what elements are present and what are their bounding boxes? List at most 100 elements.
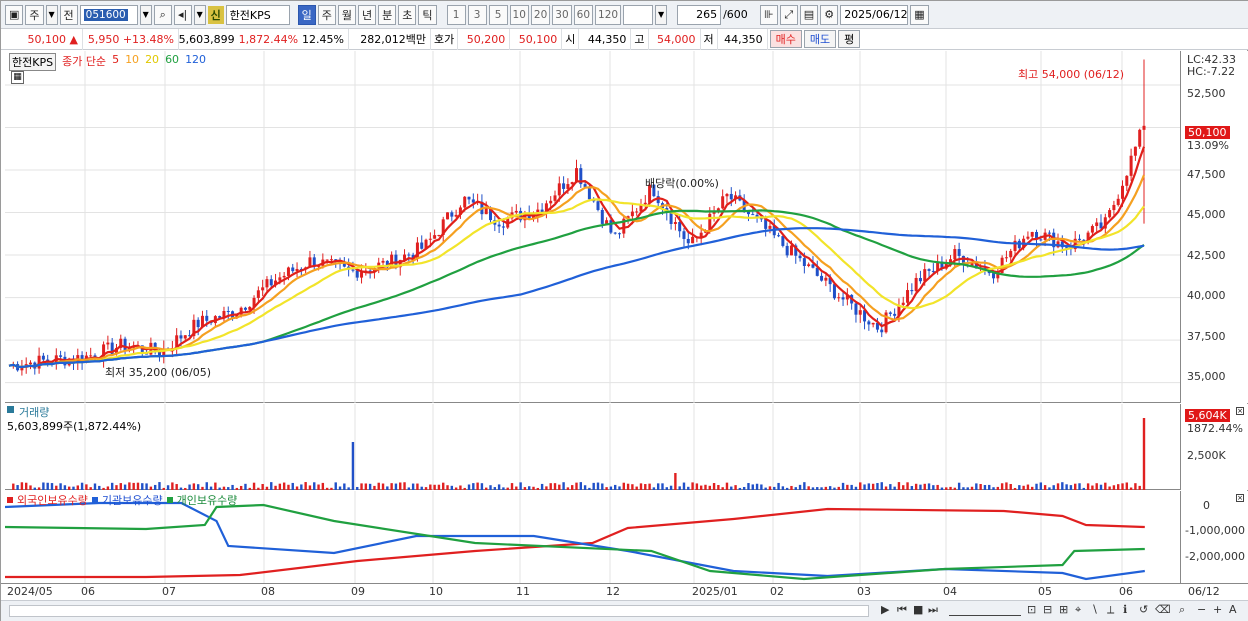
zoom-slider[interactable] (949, 606, 1021, 616)
interval-10[interactable]: 10 (509, 4, 529, 25)
save-icon[interactable]: ▤ (799, 4, 819, 25)
interval-dropdown-icon[interactable]: ▼ (655, 4, 668, 25)
volume-bar (411, 483, 415, 490)
calendar-icon[interactable]: ▦ (910, 4, 929, 25)
period-week[interactable]: 주 (317, 4, 336, 25)
speaker-dropdown-icon[interactable]: ▼ (193, 4, 206, 25)
interval-5[interactable]: 5 (488, 4, 508, 25)
count-input[interactable]: 265 (677, 4, 722, 25)
interval-30[interactable]: 30 (552, 4, 572, 25)
period-minute[interactable]: 분 (378, 4, 397, 25)
volume-chart (12, 404, 1146, 490)
date-06b: 06 (1119, 585, 1133, 598)
volume-bar (93, 483, 97, 490)
candle-body (89, 355, 93, 357)
volume-bar (334, 482, 337, 490)
scroll-right-icon[interactable]: ▶ (881, 603, 889, 616)
period-day[interactable]: 일 (297, 4, 316, 25)
volume-bar (24, 482, 28, 490)
table-toggle-icon[interactable]: ▦ (11, 71, 24, 84)
volume-bar (876, 483, 879, 490)
market-select[interactable]: 주 (25, 4, 44, 25)
eval-button[interactable]: 평 (838, 30, 861, 48)
volume-bar (790, 485, 793, 490)
layout-icon-1[interactable]: ⊡ (1027, 603, 1036, 616)
candle-body (630, 211, 634, 217)
sell-button[interactable]: 매도 (803, 30, 837, 48)
interval-3[interactable]: 3 (467, 4, 487, 25)
interval-1[interactable]: 1 (446, 4, 466, 25)
volume-bar (480, 483, 484, 490)
scroll-last-icon[interactable]: ⏭ (928, 603, 938, 617)
window-menu-icon[interactable]: ▣ (5, 4, 24, 25)
volume-bar (871, 483, 875, 490)
line-tool-icon[interactable]: ∖ (1091, 603, 1098, 616)
bottom-nav-bar: ▶ ⏮ ■ ⏭ ⊡ ⊟ ⊞ ⌖ ∖ ⟂ ℹ ↺ ⌫ ⌕ − + A (1, 600, 1248, 621)
interval-60[interactable]: 60 (573, 4, 594, 25)
font-size-icon[interactable]: A (1229, 603, 1237, 616)
prev-button[interactable]: 전 (59, 4, 78, 25)
horizontal-scrollbar[interactable] (9, 605, 869, 617)
volume-close-icon[interactable]: × (1236, 407, 1244, 415)
volume-bar (248, 487, 251, 490)
volume-bar (957, 482, 961, 490)
volume-bar (1086, 483, 1090, 490)
period-second[interactable]: 초 (398, 4, 417, 25)
interval-120[interactable]: 120 (595, 4, 622, 25)
interval-custom-input[interactable] (623, 4, 654, 25)
draw-tool-icon[interactable]: ⤢ (779, 4, 798, 25)
period-tick[interactable]: 틱 (418, 4, 437, 25)
volume-bar (734, 485, 737, 490)
volume-bar (42, 482, 45, 490)
period-year[interactable]: 년 (358, 4, 377, 25)
holdings-pane[interactable]: 외국인보유수량 기관보유수량 개인보유수량 (4, 491, 1180, 583)
zoom-in-icon[interactable]: + (1213, 603, 1222, 616)
candle-body (1047, 232, 1051, 234)
holdings-close-icon[interactable]: × (1236, 494, 1244, 502)
holdings-tick-2m: -2,000,000 (1185, 550, 1245, 563)
legend-foreign: 외국인보유수량 (17, 494, 88, 507)
buy-button[interactable]: 매수 (769, 30, 802, 48)
volume-pane[interactable]: 거래량 5,603,899주(1,872.44%) (5, 404, 1180, 490)
text-tool-icon[interactable]: ℹ (1123, 603, 1127, 616)
scroll-first-icon[interactable]: ⏮ (897, 603, 907, 617)
volume-bar (72, 486, 75, 490)
candle-body (553, 195, 557, 201)
volume-bar (308, 485, 312, 490)
date-input[interactable]: 2025/06/12 (840, 4, 909, 25)
volume-bar (162, 487, 165, 490)
candle-type-icon[interactable]: ⊪ (759, 4, 778, 25)
market-dropdown-icon[interactable]: ▼ (45, 4, 58, 25)
layout-icon-3[interactable]: ⊞ (1059, 603, 1068, 616)
count-value: 265 (696, 8, 718, 21)
zoom-search-icon[interactable]: ⌕ (1179, 603, 1185, 617)
legend-ma60: 60 (165, 53, 180, 66)
price-pane[interactable]: 한전KPS 종가 단순 5 10 20 60 120 ▦ 최고 54,000 (… (5, 51, 1180, 403)
stock-code-input[interactable]: 051600 (79, 4, 138, 25)
volume-bar (347, 487, 350, 490)
period-month[interactable]: 월 (337, 4, 357, 25)
erase-icon[interactable]: ⌫ (1155, 603, 1171, 616)
candle-body (256, 290, 260, 298)
stop-icon[interactable]: ■ (913, 603, 923, 616)
volume-box: 5,604K (1185, 409, 1230, 422)
candle-body (691, 236, 695, 244)
volume-bar (476, 482, 479, 490)
settings-gear-icon[interactable]: ⚙ (820, 4, 839, 25)
interval-20[interactable]: 20 (530, 4, 551, 25)
layout-icon-2[interactable]: ⊟ (1043, 603, 1052, 616)
volume-bar (454, 487, 458, 490)
undo-icon[interactable]: ↺ (1139, 603, 1148, 616)
volume-bar (29, 485, 32, 490)
ruler-icon[interactable]: ⟂ (1107, 603, 1114, 617)
candle-body (1026, 236, 1030, 239)
speaker-icon[interactable]: ◂| (173, 4, 192, 25)
crosshair-icon[interactable]: ⌖ (1075, 603, 1081, 617)
search-icon[interactable]: ⌕ (153, 4, 172, 25)
stock-name-field[interactable]: 한전KPS (225, 4, 290, 25)
code-dropdown-icon[interactable]: ▼ (139, 4, 152, 25)
volume-bar (1125, 482, 1129, 490)
zoom-out-icon[interactable]: − (1197, 603, 1206, 616)
candle-body (798, 255, 802, 259)
legend-ma120: 120 (185, 53, 207, 66)
